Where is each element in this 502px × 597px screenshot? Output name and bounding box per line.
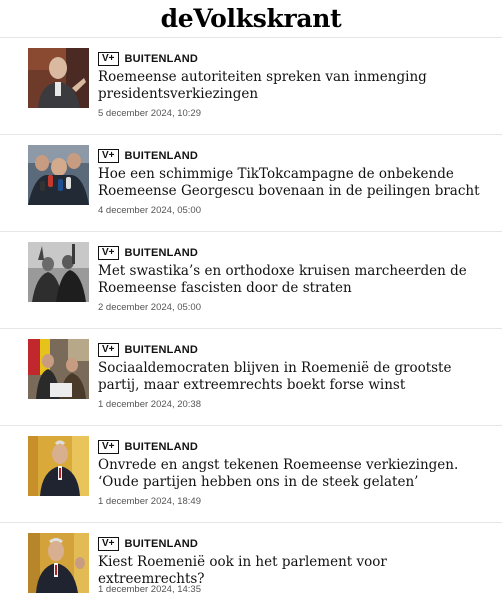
article-item[interactable]: V+ BUITENLAND Sociaaldemocraten blijven … [0, 329, 502, 426]
article-item[interactable]: V+ BUITENLAND Met swastika’s en orthodox… [0, 232, 502, 329]
section-label[interactable]: BUITENLAND [125, 538, 199, 550]
article-date: 4 december 2024, 05:00 [98, 205, 201, 216]
premium-badge: V+ [98, 52, 119, 66]
section-label[interactable]: BUITENLAND [125, 53, 199, 65]
masthead: deVolkskrant [0, 0, 502, 38]
premium-badge: V+ [98, 343, 119, 357]
premium-badge: V+ [98, 246, 119, 260]
article-date: 2 december 2024, 05:00 [98, 302, 201, 313]
article-date: 5 december 2024, 10:29 [98, 108, 201, 119]
site-logo[interactable]: deVolkskrant [0, 4, 502, 33]
article-meta: V+ BUITENLAND [98, 246, 198, 260]
article-meta: V+ BUITENLAND [98, 537, 198, 551]
premium-badge: V+ [98, 440, 119, 454]
premium-badge: V+ [98, 537, 119, 551]
article-meta: V+ BUITENLAND [98, 343, 198, 357]
section-label[interactable]: BUITENLAND [125, 441, 199, 453]
article-meta: V+ BUITENLAND [98, 440, 198, 454]
article-thumbnail[interactable] [28, 436, 89, 496]
article-item[interactable]: V+ BUITENLAND Kiest Roemenië ook in het … [0, 523, 502, 597]
article-headline[interactable]: Roemeense autoriteiten spreken van inmen… [98, 69, 493, 103]
article-item[interactable]: V+ BUITENLAND Hoe een schimmige TikTokca… [0, 135, 502, 232]
article-thumbnail[interactable] [28, 242, 89, 302]
article-headline[interactable]: Hoe een schimmige TikTokcampagne de onbe… [98, 166, 493, 200]
article-headline[interactable]: Onvrede en angst tekenen Roemeense verki… [98, 457, 493, 491]
article-headline[interactable]: Met swastika’s en orthodoxe kruisen marc… [98, 263, 493, 297]
section-label[interactable]: BUITENLAND [125, 247, 199, 259]
article-thumbnail[interactable] [28, 339, 89, 399]
article-thumbnail[interactable] [28, 145, 89, 205]
article-date: 1 december 2024, 18:49 [98, 496, 201, 507]
article-thumbnail[interactable] [28, 48, 89, 108]
article-meta: V+ BUITENLAND [98, 52, 198, 66]
article-headline[interactable]: Kiest Roemenië ook in het parlement voor… [98, 554, 493, 588]
article-item[interactable]: V+ BUITENLAND Onvrede en angst tekenen R… [0, 426, 502, 523]
section-label[interactable]: BUITENLAND [125, 344, 199, 356]
article-item[interactable]: V+ BUITENLAND Roemeense autoriteiten spr… [0, 38, 502, 135]
premium-badge: V+ [98, 149, 119, 163]
article-thumbnail[interactable] [28, 533, 89, 593]
article-date: 1 december 2024, 20:38 [98, 399, 201, 410]
article-headline[interactable]: Sociaaldemocraten blijven in Roemenië de… [98, 360, 493, 394]
article-date: 1 december 2024, 14:35 [98, 584, 201, 595]
section-label[interactable]: BUITENLAND [125, 150, 199, 162]
article-meta: V+ BUITENLAND [98, 149, 198, 163]
